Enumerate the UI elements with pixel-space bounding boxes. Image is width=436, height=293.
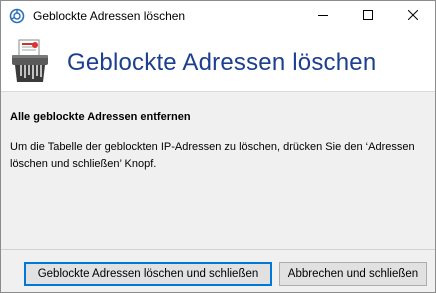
minimize-button[interactable] <box>300 1 345 31</box>
cancel-and-close-button[interactable]: Abbrechen und schließen <box>279 262 427 286</box>
dialog-header: Geblockte Adressen löschen <box>1 31 435 91</box>
window-title: Geblockte Adressen löschen <box>33 9 186 23</box>
dialog-content: Alle geblockte Adressen entfernen Um die… <box>1 91 435 249</box>
shredder-icon <box>9 38 55 84</box>
delete-and-close-button[interactable]: Geblockte Adressen löschen und schließen <box>24 262 272 286</box>
close-button[interactable] <box>390 1 435 31</box>
section-heading: Alle geblockte Adressen entfernen <box>10 111 191 123</box>
maximize-button[interactable] <box>345 1 390 31</box>
description-text: Um die Tabelle der geblockten IP-Adresse… <box>10 141 415 170</box>
close-icon <box>407 7 418 25</box>
maximize-icon <box>362 7 373 25</box>
minimize-icon <box>317 7 328 25</box>
title-bar[interactable]: Geblockte Adressen löschen <box>1 1 435 31</box>
app-shield-icon <box>9 8 25 24</box>
button-bar: Geblockte Adressen löschen und schließen… <box>1 249 435 292</box>
page-title: Geblockte Adressen löschen <box>67 49 377 76</box>
dialog-window: Geblockte Adressen löschen Geblockte Adr… <box>0 0 436 293</box>
